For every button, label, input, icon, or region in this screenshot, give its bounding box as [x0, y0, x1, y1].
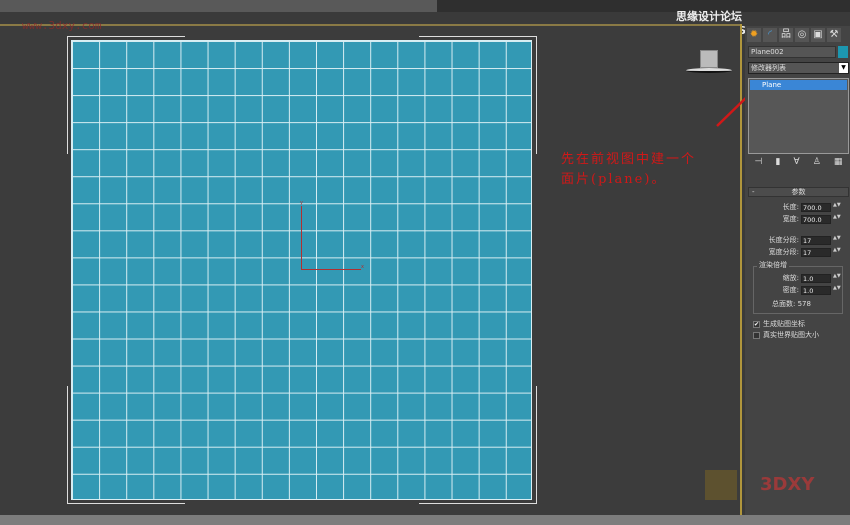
modifier-list-dropdown[interactable]: 修改器列表 ▼: [748, 62, 849, 74]
object-color-swatch[interactable]: [838, 46, 848, 58]
length-input[interactable]: 700.0: [801, 202, 831, 212]
density-label: 密度:: [782, 286, 799, 294]
length-row: 长度: 700.0 ▲▼: [782, 202, 841, 212]
width-spinner[interactable]: ▲▼: [833, 214, 841, 224]
logo-3dxy-text: 3DXY: [760, 474, 815, 495]
chevron-down-icon[interactable]: ▼: [839, 63, 848, 73]
logo-3dxy-icon: [705, 470, 737, 500]
total-faces-label: 总面数:: [772, 300, 796, 308]
width-input[interactable]: 700.0: [801, 214, 831, 224]
stack-item-plane[interactable]: Plane: [750, 80, 847, 90]
scale-input[interactable]: 1.0: [801, 273, 831, 283]
render-multipliers-label: 渲染倍增: [757, 260, 789, 270]
remove-modifier-icon[interactable]: ♙: [813, 157, 821, 171]
length-segs-row: 长度分段: 17 ▲▼: [768, 235, 841, 245]
length-label: 长度:: [782, 203, 799, 211]
red-arrow-icon: [716, 86, 758, 127]
density-spinner[interactable]: ▲▼: [833, 285, 841, 295]
checkbox-unchecked-icon[interactable]: [753, 331, 760, 339]
length-segs-input[interactable]: 17: [801, 235, 831, 245]
configure-sets-icon[interactable]: ▦: [834, 157, 843, 171]
utilities-tab-icon[interactable]: ⚒: [827, 28, 841, 42]
width-label: 宽度:: [782, 215, 799, 223]
scale-label: 缩放:: [782, 274, 799, 282]
pin-stack-icon[interactable]: ⊣: [755, 157, 763, 171]
length-spinner[interactable]: ▲▼: [833, 202, 841, 212]
total-faces: 总面数: 578: [772, 299, 811, 309]
scale-spinner[interactable]: ▲▼: [833, 273, 841, 283]
gen-mapping-checkbox[interactable]: ✔ 生成贴图坐标: [753, 319, 805, 329]
density-row: 密度: 1.0 ▲▼: [782, 285, 841, 295]
modify-tab-icon[interactable]: ◜: [763, 28, 777, 42]
show-end-result-icon[interactable]: ▮: [775, 157, 780, 171]
total-faces-value: 578: [797, 300, 811, 308]
scale-row: 缩放: 1.0 ▲▼: [782, 273, 841, 283]
stack-tools: ⊣ ▮ ∀ ♙ ▦: [748, 157, 849, 171]
create-tab-icon[interactable]: ✹: [747, 28, 761, 42]
motion-tab-icon[interactable]: ◎: [795, 28, 809, 42]
object-name-field[interactable]: Plane002: [748, 46, 836, 58]
real-world-checkbox[interactable]: 真实世界贴图大小: [753, 330, 819, 340]
hierarchy-tab-icon[interactable]: 品: [779, 28, 793, 42]
parameters-rollout-header[interactable]: - 参数: [748, 187, 849, 197]
command-panel: ✹ ◜ 品 ◎ ▣ ⚒ Plane002 修改器列表 ▼ Plane ⊣ ▮ ∀ …: [745, 26, 850, 515]
status-bar: [0, 515, 850, 525]
make-unique-icon[interactable]: ∀: [793, 157, 799, 171]
modifier-stack[interactable]: Plane: [748, 78, 849, 154]
gen-mapping-label: 生成贴图坐标: [763, 320, 805, 328]
width-row: 宽度: 700.0 ▲▼: [782, 214, 841, 224]
modifier-list-label: 修改器列表: [751, 64, 786, 72]
display-tab-icon[interactable]: ▣: [811, 28, 825, 42]
density-input[interactable]: 1.0: [801, 285, 831, 295]
panel-tabs: ✹ ◜ 品 ◎ ▣ ⚒: [745, 26, 850, 44]
width-segs-row: 宽度分段: 17 ▲▼: [768, 247, 841, 257]
checkbox-checked-icon[interactable]: ✔: [753, 320, 760, 328]
width-segs-spinner[interactable]: ▲▼: [833, 247, 841, 257]
length-segs-spinner[interactable]: ▲▼: [833, 235, 841, 245]
width-segs-input[interactable]: 17: [801, 247, 831, 257]
rollout-title: 参数: [791, 188, 806, 196]
real-world-label: 真实世界贴图大小: [763, 331, 819, 339]
width-segs-label: 宽度分段:: [768, 248, 799, 256]
length-segs-label: 长度分段:: [768, 236, 799, 244]
